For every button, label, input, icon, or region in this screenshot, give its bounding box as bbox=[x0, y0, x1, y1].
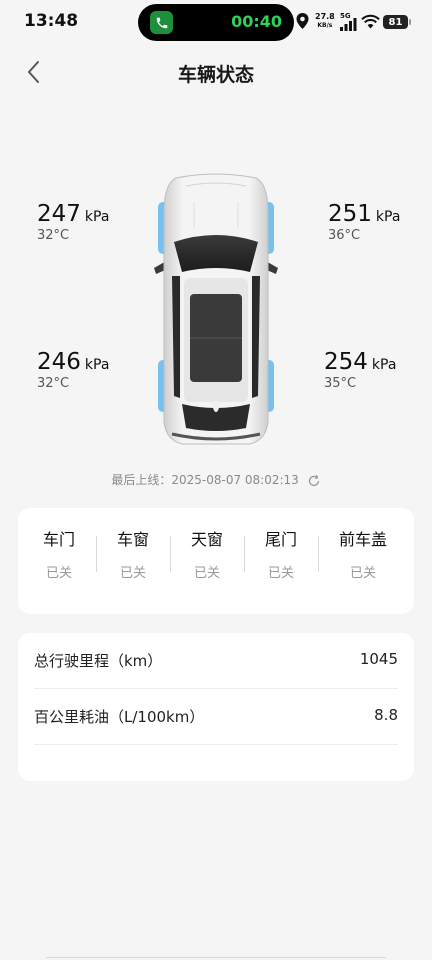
tire-front-right: 251 kPa 36°C bbox=[328, 201, 400, 243]
tire-pressure-value: 254 bbox=[324, 349, 368, 375]
phone-icon bbox=[150, 11, 173, 34]
tire-pressure-unit: kPa bbox=[375, 209, 401, 225]
tire-pressure-value: 246 bbox=[37, 349, 81, 375]
call-timer: 00:40 bbox=[231, 12, 282, 31]
info-row-mileage: 总行驶里程（km） 1045 bbox=[34, 633, 398, 689]
wifi-icon bbox=[361, 14, 380, 29]
tire-temperature: 36°C bbox=[328, 228, 361, 243]
status-value: 已关 bbox=[349, 566, 376, 581]
status-label: 尾门 bbox=[264, 530, 297, 549]
status-item-door: 车门 已关 bbox=[22, 526, 96, 581]
status-label: 车门 bbox=[42, 530, 75, 549]
vehicle-status-card: 车门 已关 车窗 已关 天窗 已关 尾门 已关 前车盖 已关 bbox=[18, 508, 414, 614]
status-item-sunroof: 天窗 已关 bbox=[170, 526, 244, 581]
divider bbox=[318, 536, 319, 572]
battery-indicator: 81 bbox=[383, 15, 408, 29]
page-title: 车辆状态 bbox=[177, 64, 254, 86]
tire-pressure-value: 251 bbox=[328, 201, 372, 227]
tire-pressure-unit: kPa bbox=[371, 357, 397, 373]
tire-temperature: 32°C bbox=[37, 376, 70, 391]
status-label: 天窗 bbox=[190, 530, 223, 549]
status-label: 车窗 bbox=[116, 530, 149, 549]
network-speed: 27.8 KB/s bbox=[315, 12, 335, 30]
status-value: 已关 bbox=[267, 566, 294, 581]
tire-pressure-value: 247 bbox=[37, 201, 81, 227]
car-top-view-illustration bbox=[154, 173, 278, 445]
status-label: 前车盖 bbox=[338, 530, 387, 549]
network-speed-unit: KB/s bbox=[317, 22, 333, 29]
mileage-label: 总行驶里程（km） bbox=[34, 652, 163, 670]
status-bar: 13:48 00:40 27.8 KB/s 5G 81 bbox=[0, 0, 432, 44]
status-value: 已关 bbox=[45, 566, 72, 581]
status-icons: 27.8 KB/s 5G 81 bbox=[296, 12, 426, 32]
status-value: 已关 bbox=[193, 566, 220, 581]
status-value: 已关 bbox=[119, 566, 146, 581]
info-row-fuel: 百公里耗油（L/100km） 8.8 bbox=[34, 689, 398, 745]
location-icon bbox=[296, 13, 309, 29]
last-online-text: 最后上线：2025-08-07 08:02:13 bbox=[111, 473, 299, 487]
refresh-icon[interactable] bbox=[307, 474, 321, 488]
fuel-consumption-value: 8.8 bbox=[374, 706, 398, 724]
tire-rear-right: 254 kPa 35°C bbox=[324, 349, 396, 391]
network-speed-value: 27.8 bbox=[315, 12, 335, 21]
fuel-consumption-label: 百公里耗油（L/100km） bbox=[34, 708, 205, 726]
tire-front-left: 247 kPa 32°C bbox=[37, 201, 109, 243]
ongoing-call-pill[interactable]: 00:40 bbox=[138, 4, 294, 41]
vehicle-info-card: 总行驶里程（km） 1045 百公里耗油（L/100km） 8.8 bbox=[18, 633, 414, 781]
status-item-tailgate: 尾门 已关 bbox=[244, 526, 318, 581]
tire-rear-left: 246 kPa 32°C bbox=[37, 349, 109, 391]
signal-icon bbox=[340, 18, 357, 31]
battery-tip bbox=[409, 19, 411, 25]
status-time: 13:48 bbox=[24, 11, 79, 31]
mileage-value: 1045 bbox=[359, 650, 398, 668]
tire-pressure-unit: kPa bbox=[84, 209, 110, 225]
tire-temperature: 35°C bbox=[324, 376, 357, 391]
status-item-window: 车窗 已关 bbox=[96, 526, 170, 581]
tire-pressure-unit: kPa bbox=[84, 357, 110, 373]
status-item-hood: 前车盖 已关 bbox=[326, 526, 400, 581]
last-online-row: 最后上线：2025-08-07 08:02:13 bbox=[0, 471, 432, 488]
tire-temperature: 32°C bbox=[37, 228, 70, 243]
